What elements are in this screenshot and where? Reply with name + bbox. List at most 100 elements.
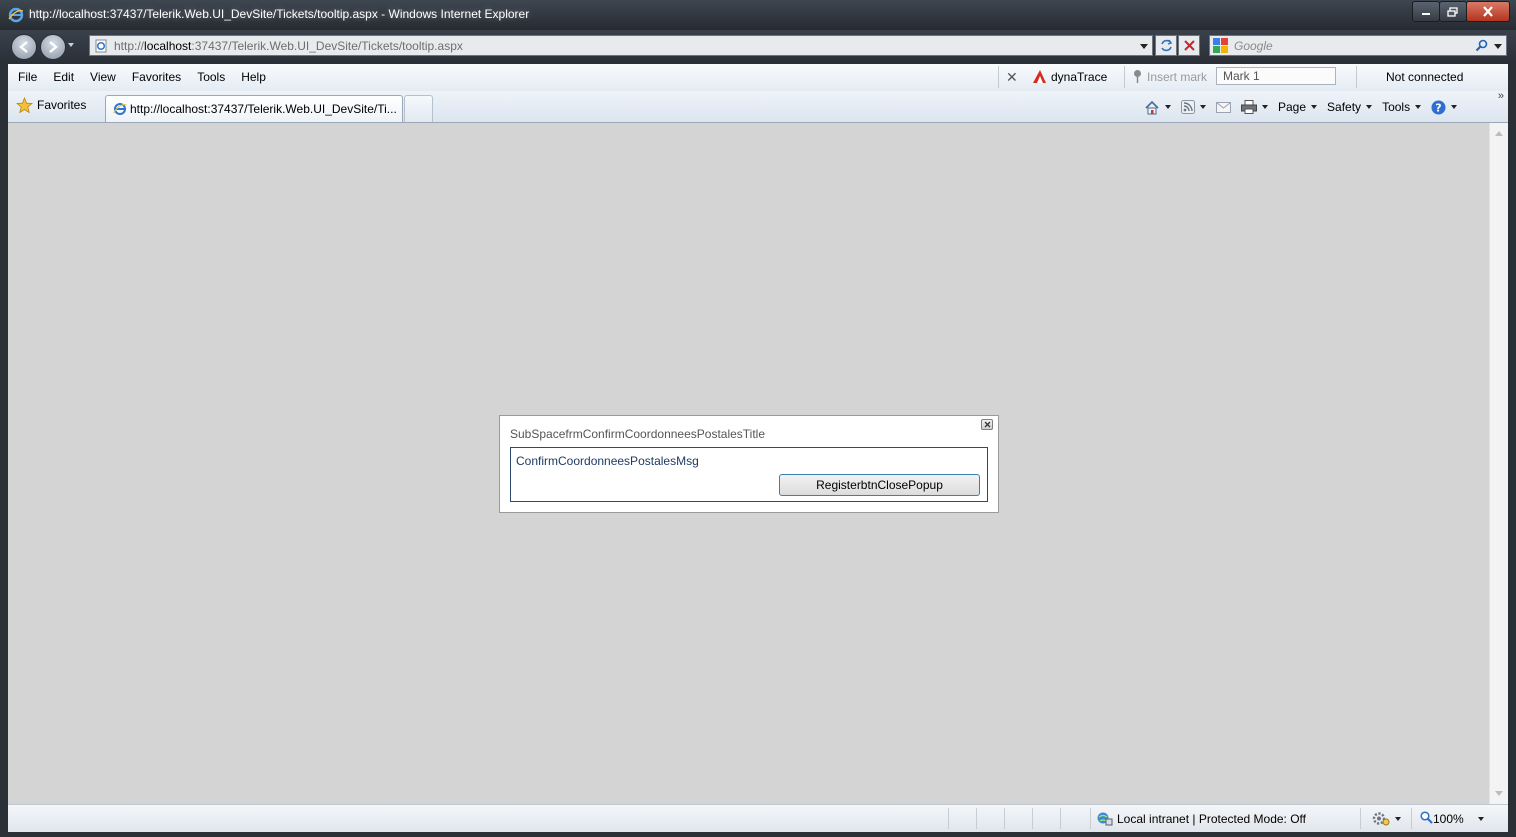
- page-icon: [95, 39, 107, 53]
- page-menu-label: Page: [1278, 100, 1307, 114]
- address-path: :37437/Telerik.Web.UI_DevSite/Tickets/to…: [191, 39, 463, 53]
- mark-name-input[interactable]: [1216, 67, 1336, 85]
- dynatrace-logo-icon: [1033, 70, 1046, 83]
- forward-arrow-icon: [49, 41, 58, 53]
- ie-page-icon: [113, 103, 127, 115]
- menu-edit[interactable]: Edit: [53, 70, 74, 84]
- safety-menu[interactable]: Safety: [1327, 100, 1373, 114]
- minimize-icon: [1422, 12, 1430, 15]
- home-button[interactable]: [1144, 100, 1171, 115]
- status-divider: [976, 808, 977, 829]
- favorites-bar: Favorites http://localhost:37437/Telerik…: [8, 90, 1508, 123]
- vertical-scrollbar[interactable]: [1489, 123, 1508, 804]
- chevron-down-icon: [1415, 105, 1422, 109]
- address-host: localhost: [144, 39, 192, 53]
- close-icon: [984, 421, 991, 428]
- safety-menu-label: Safety: [1327, 100, 1362, 114]
- chevron-down-icon: [1451, 105, 1458, 109]
- dynatrace-label[interactable]: dynaTrace: [1051, 70, 1107, 84]
- address-prefix: http://: [114, 39, 145, 53]
- new-tab-button[interactable]: [404, 95, 433, 122]
- address-text[interactable]: http://localhost:37437/Telerik.Web.UI_De…: [114, 39, 463, 53]
- tab-active[interactable]: http://localhost:37437/Telerik.Web.UI_De…: [105, 95, 403, 122]
- feeds-button[interactable]: [1181, 100, 1206, 114]
- address-dropdown[interactable]: [1140, 44, 1148, 49]
- recent-pages-dropdown[interactable]: [68, 43, 74, 47]
- status-divider: [948, 808, 949, 829]
- scroll-up-icon[interactable]: [1495, 131, 1503, 136]
- chevron-down-icon: [1366, 105, 1373, 109]
- status-divider: [1060, 808, 1061, 829]
- minimize-button[interactable]: [1412, 1, 1440, 22]
- mail-icon: [1216, 102, 1231, 113]
- search-icon[interactable]: [1475, 39, 1488, 52]
- menu-favorites[interactable]: Favorites: [132, 70, 181, 84]
- zoom-icon: [1420, 811, 1433, 824]
- svg-text:?: ?: [1435, 101, 1441, 114]
- back-arrow-icon: [19, 41, 28, 53]
- close-toolbar-icon[interactable]: ✕: [1006, 69, 1018, 86]
- read-mail-button[interactable]: [1216, 101, 1231, 113]
- chevron-down-icon[interactable]: [1395, 817, 1401, 821]
- chevron-down-icon: [1262, 105, 1268, 109]
- dynatrace-toolbar: ✕ dynaTrace Insert mark Not connected: [998, 66, 1508, 88]
- help-menu[interactable]: ?: [1431, 100, 1458, 115]
- tools-menu[interactable]: Tools: [1382, 100, 1422, 114]
- favorites-button[interactable]: Favorites: [37, 98, 86, 112]
- search-provider-dropdown[interactable]: [1494, 44, 1502, 49]
- compatibility-refresh-button[interactable]: [1155, 35, 1177, 56]
- help-icon: ?: [1431, 100, 1446, 114]
- back-button[interactable]: [11, 34, 37, 60]
- search-placeholder: Google: [1234, 39, 1273, 53]
- popup-message: ConfirmCoordonneesPostalesMsg: [516, 454, 699, 468]
- close-icon: [1483, 6, 1493, 17]
- pin-icon: [1134, 70, 1141, 83]
- chevron-down-icon[interactable]: [1478, 817, 1484, 821]
- popup-body: ConfirmCoordonneesPostalesMsg Registerbt…: [510, 447, 988, 502]
- address-bar[interactable]: http://localhost:37437/Telerik.Web.UI_De…: [89, 35, 1153, 56]
- menu-tools[interactable]: Tools: [197, 70, 225, 84]
- close-popup-button[interactable]: RegisterbtnClosePopup: [779, 474, 980, 496]
- protected-mode-settings-icon[interactable]: [1372, 811, 1390, 826]
- confirm-popup: SubSpacefrmConfirmCoordonneesPostalesTit…: [499, 415, 999, 513]
- forward-button[interactable]: [40, 34, 66, 60]
- stop-button[interactable]: [1178, 35, 1200, 56]
- feeds-icon: [1181, 100, 1195, 114]
- title-bar: http://localhost:37437/Telerik.Web.UI_De…: [0, 0, 1516, 30]
- tab-label: http://localhost:37437/Telerik.Web.UI_De…: [130, 102, 397, 116]
- maximize-button[interactable]: [1439, 1, 1467, 22]
- print-button[interactable]: [1241, 100, 1268, 114]
- page-menu[interactable]: Page: [1278, 100, 1318, 114]
- command-bar: Page Safety Tools ?: [1144, 96, 1467, 118]
- ie-icon: [8, 7, 24, 23]
- close-window-button[interactable]: [1466, 1, 1510, 22]
- print-icon: [1241, 100, 1257, 114]
- restore-icon: [1447, 6, 1458, 17]
- menu-file[interactable]: File: [18, 70, 37, 84]
- window-controls: [1412, 1, 1510, 22]
- scroll-down-icon[interactable]: [1495, 791, 1503, 796]
- zoom-level[interactable]: 100%: [1433, 812, 1464, 826]
- menu-bar: File Edit View Favorites Tools Help ✕ dy…: [8, 64, 1508, 92]
- toolbar-divider: [1124, 66, 1125, 88]
- navigation-bar: http://localhost:37437/Telerik.Web.UI_De…: [0, 30, 1516, 64]
- more-commands-icon[interactable]: »: [1498, 90, 1504, 102]
- insert-mark-button[interactable]: Insert mark: [1147, 70, 1207, 84]
- menu-view[interactable]: View: [90, 70, 116, 84]
- favorites-star-icon[interactable]: [16, 97, 33, 114]
- popup-close-button[interactable]: [981, 419, 993, 430]
- home-icon: [1145, 100, 1159, 114]
- connection-status: Not connected: [1386, 70, 1464, 84]
- chevron-down-icon: [1200, 105, 1206, 109]
- status-divider: [1360, 808, 1361, 829]
- status-divider: [1004, 808, 1005, 829]
- status-divider: [1090, 808, 1091, 829]
- menu-help[interactable]: Help: [241, 70, 266, 84]
- tools-menu-label: Tools: [1382, 100, 1411, 114]
- security-zone[interactable]: Local intranet | Protected Mode: Off: [1117, 812, 1306, 826]
- search-box[interactable]: Google: [1209, 35, 1507, 56]
- chevron-down-icon: [1165, 105, 1171, 109]
- toolbar-divider: [1356, 66, 1357, 88]
- browser-window: http://localhost:37437/Telerik.Web.UI_De…: [0, 0, 1516, 837]
- status-bar: Local intranet | Protected Mode: Off 100…: [8, 804, 1508, 832]
